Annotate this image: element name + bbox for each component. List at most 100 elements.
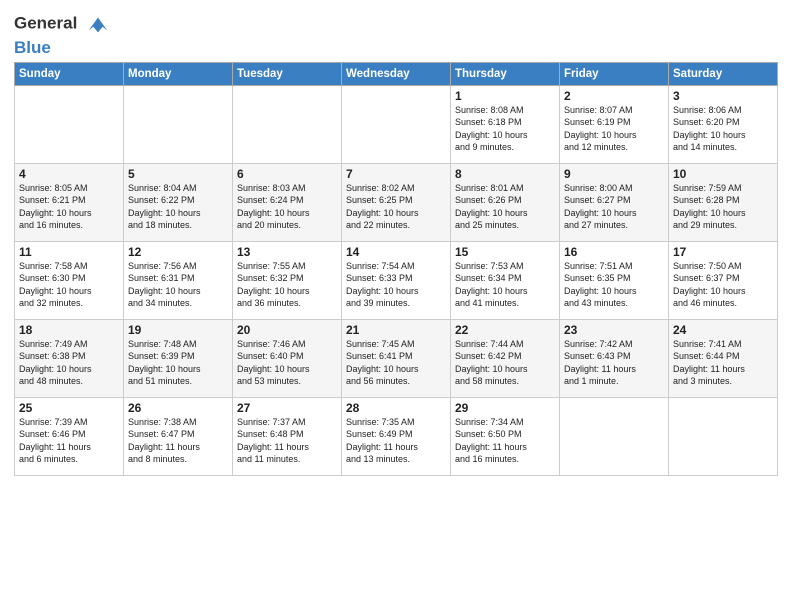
day-number: 19	[128, 323, 228, 337]
calendar-cell	[124, 85, 233, 163]
calendar-cell: 4Sunrise: 8:05 AM Sunset: 6:21 PM Daylig…	[15, 163, 124, 241]
calendar-cell: 21Sunrise: 7:45 AM Sunset: 6:41 PM Dayli…	[342, 319, 451, 397]
col-header-monday: Monday	[124, 62, 233, 85]
day-info: Sunrise: 7:51 AM Sunset: 6:35 PM Dayligh…	[564, 260, 664, 310]
calendar-cell: 2Sunrise: 8:07 AM Sunset: 6:19 PM Daylig…	[560, 85, 669, 163]
col-header-tuesday: Tuesday	[233, 62, 342, 85]
col-header-wednesday: Wednesday	[342, 62, 451, 85]
calendar-cell: 11Sunrise: 7:58 AM Sunset: 6:30 PM Dayli…	[15, 241, 124, 319]
logo: General Blue	[14, 10, 112, 58]
calendar-cell	[342, 85, 451, 163]
day-number: 13	[237, 245, 337, 259]
day-info: Sunrise: 7:41 AM Sunset: 6:44 PM Dayligh…	[673, 338, 773, 388]
day-number: 16	[564, 245, 664, 259]
day-info: Sunrise: 7:42 AM Sunset: 6:43 PM Dayligh…	[564, 338, 664, 388]
day-info: Sunrise: 7:35 AM Sunset: 6:49 PM Dayligh…	[346, 416, 446, 466]
calendar-cell: 10Sunrise: 7:59 AM Sunset: 6:28 PM Dayli…	[669, 163, 778, 241]
calendar-cell: 15Sunrise: 7:53 AM Sunset: 6:34 PM Dayli…	[451, 241, 560, 319]
header-row: SundayMondayTuesdayWednesdayThursdayFrid…	[15, 62, 778, 85]
logo-bird-icon	[84, 10, 112, 38]
col-header-saturday: Saturday	[669, 62, 778, 85]
col-header-sunday: Sunday	[15, 62, 124, 85]
calendar-cell: 16Sunrise: 7:51 AM Sunset: 6:35 PM Dayli…	[560, 241, 669, 319]
calendar-cell: 8Sunrise: 8:01 AM Sunset: 6:26 PM Daylig…	[451, 163, 560, 241]
day-number: 5	[128, 167, 228, 181]
calendar-cell: 23Sunrise: 7:42 AM Sunset: 6:43 PM Dayli…	[560, 319, 669, 397]
calendar-cell: 25Sunrise: 7:39 AM Sunset: 6:46 PM Dayli…	[15, 397, 124, 475]
day-number: 23	[564, 323, 664, 337]
day-info: Sunrise: 7:34 AM Sunset: 6:50 PM Dayligh…	[455, 416, 555, 466]
calendar-cell: 3Sunrise: 8:06 AM Sunset: 6:20 PM Daylig…	[669, 85, 778, 163]
calendar-cell: 28Sunrise: 7:35 AM Sunset: 6:49 PM Dayli…	[342, 397, 451, 475]
day-info: Sunrise: 7:46 AM Sunset: 6:40 PM Dayligh…	[237, 338, 337, 388]
calendar-cell: 19Sunrise: 7:48 AM Sunset: 6:39 PM Dayli…	[124, 319, 233, 397]
day-number: 24	[673, 323, 773, 337]
day-info: Sunrise: 7:45 AM Sunset: 6:41 PM Dayligh…	[346, 338, 446, 388]
calendar-cell: 27Sunrise: 7:37 AM Sunset: 6:48 PM Dayli…	[233, 397, 342, 475]
day-number: 14	[346, 245, 446, 259]
day-number: 22	[455, 323, 555, 337]
calendar-cell: 7Sunrise: 8:02 AM Sunset: 6:25 PM Daylig…	[342, 163, 451, 241]
day-info: Sunrise: 7:37 AM Sunset: 6:48 PM Dayligh…	[237, 416, 337, 466]
day-number: 1	[455, 89, 555, 103]
day-info: Sunrise: 8:00 AM Sunset: 6:27 PM Dayligh…	[564, 182, 664, 232]
calendar-cell: 6Sunrise: 8:03 AM Sunset: 6:24 PM Daylig…	[233, 163, 342, 241]
day-info: Sunrise: 7:56 AM Sunset: 6:31 PM Dayligh…	[128, 260, 228, 310]
day-info: Sunrise: 7:53 AM Sunset: 6:34 PM Dayligh…	[455, 260, 555, 310]
page: General Blue SundayMondayTuesdayWednesda…	[0, 0, 792, 486]
calendar-table: SundayMondayTuesdayWednesdayThursdayFrid…	[14, 62, 778, 476]
day-info: Sunrise: 7:48 AM Sunset: 6:39 PM Dayligh…	[128, 338, 228, 388]
day-info: Sunrise: 7:44 AM Sunset: 6:42 PM Dayligh…	[455, 338, 555, 388]
day-number: 3	[673, 89, 773, 103]
day-number: 15	[455, 245, 555, 259]
day-number: 27	[237, 401, 337, 415]
day-number: 10	[673, 167, 773, 181]
calendar-cell: 9Sunrise: 8:00 AM Sunset: 6:27 PM Daylig…	[560, 163, 669, 241]
day-info: Sunrise: 8:04 AM Sunset: 6:22 PM Dayligh…	[128, 182, 228, 232]
calendar-cell: 14Sunrise: 7:54 AM Sunset: 6:33 PM Dayli…	[342, 241, 451, 319]
calendar-cell	[560, 397, 669, 475]
day-number: 18	[19, 323, 119, 337]
day-number: 11	[19, 245, 119, 259]
day-info: Sunrise: 7:59 AM Sunset: 6:28 PM Dayligh…	[673, 182, 773, 232]
day-info: Sunrise: 8:07 AM Sunset: 6:19 PM Dayligh…	[564, 104, 664, 154]
day-info: Sunrise: 7:39 AM Sunset: 6:46 PM Dayligh…	[19, 416, 119, 466]
calendar-cell: 24Sunrise: 7:41 AM Sunset: 6:44 PM Dayli…	[669, 319, 778, 397]
day-number: 17	[673, 245, 773, 259]
day-number: 9	[564, 167, 664, 181]
day-number: 2	[564, 89, 664, 103]
day-number: 29	[455, 401, 555, 415]
day-info: Sunrise: 8:05 AM Sunset: 6:21 PM Dayligh…	[19, 182, 119, 232]
calendar-cell: 29Sunrise: 7:34 AM Sunset: 6:50 PM Dayli…	[451, 397, 560, 475]
day-info: Sunrise: 7:38 AM Sunset: 6:47 PM Dayligh…	[128, 416, 228, 466]
day-number: 4	[19, 167, 119, 181]
week-row-3: 11Sunrise: 7:58 AM Sunset: 6:30 PM Dayli…	[15, 241, 778, 319]
day-info: Sunrise: 7:50 AM Sunset: 6:37 PM Dayligh…	[673, 260, 773, 310]
week-row-1: 1Sunrise: 8:08 AM Sunset: 6:18 PM Daylig…	[15, 85, 778, 163]
day-info: Sunrise: 7:54 AM Sunset: 6:33 PM Dayligh…	[346, 260, 446, 310]
calendar-cell: 26Sunrise: 7:38 AM Sunset: 6:47 PM Dayli…	[124, 397, 233, 475]
day-number: 20	[237, 323, 337, 337]
calendar-cell	[15, 85, 124, 163]
col-header-friday: Friday	[560, 62, 669, 85]
logo-general: General	[14, 10, 112, 38]
day-number: 28	[346, 401, 446, 415]
day-info: Sunrise: 8:01 AM Sunset: 6:26 PM Dayligh…	[455, 182, 555, 232]
day-info: Sunrise: 8:08 AM Sunset: 6:18 PM Dayligh…	[455, 104, 555, 154]
day-number: 25	[19, 401, 119, 415]
calendar-cell: 18Sunrise: 7:49 AM Sunset: 6:38 PM Dayli…	[15, 319, 124, 397]
day-number: 12	[128, 245, 228, 259]
calendar-cell	[669, 397, 778, 475]
day-number: 8	[455, 167, 555, 181]
calendar-cell: 13Sunrise: 7:55 AM Sunset: 6:32 PM Dayli…	[233, 241, 342, 319]
week-row-2: 4Sunrise: 8:05 AM Sunset: 6:21 PM Daylig…	[15, 163, 778, 241]
day-number: 26	[128, 401, 228, 415]
day-info: Sunrise: 7:49 AM Sunset: 6:38 PM Dayligh…	[19, 338, 119, 388]
header: General Blue	[14, 10, 778, 58]
calendar-cell: 5Sunrise: 8:04 AM Sunset: 6:22 PM Daylig…	[124, 163, 233, 241]
calendar-cell: 20Sunrise: 7:46 AM Sunset: 6:40 PM Dayli…	[233, 319, 342, 397]
calendar-cell: 17Sunrise: 7:50 AM Sunset: 6:37 PM Dayli…	[669, 241, 778, 319]
day-info: Sunrise: 7:58 AM Sunset: 6:30 PM Dayligh…	[19, 260, 119, 310]
day-info: Sunrise: 7:55 AM Sunset: 6:32 PM Dayligh…	[237, 260, 337, 310]
day-info: Sunrise: 8:06 AM Sunset: 6:20 PM Dayligh…	[673, 104, 773, 154]
